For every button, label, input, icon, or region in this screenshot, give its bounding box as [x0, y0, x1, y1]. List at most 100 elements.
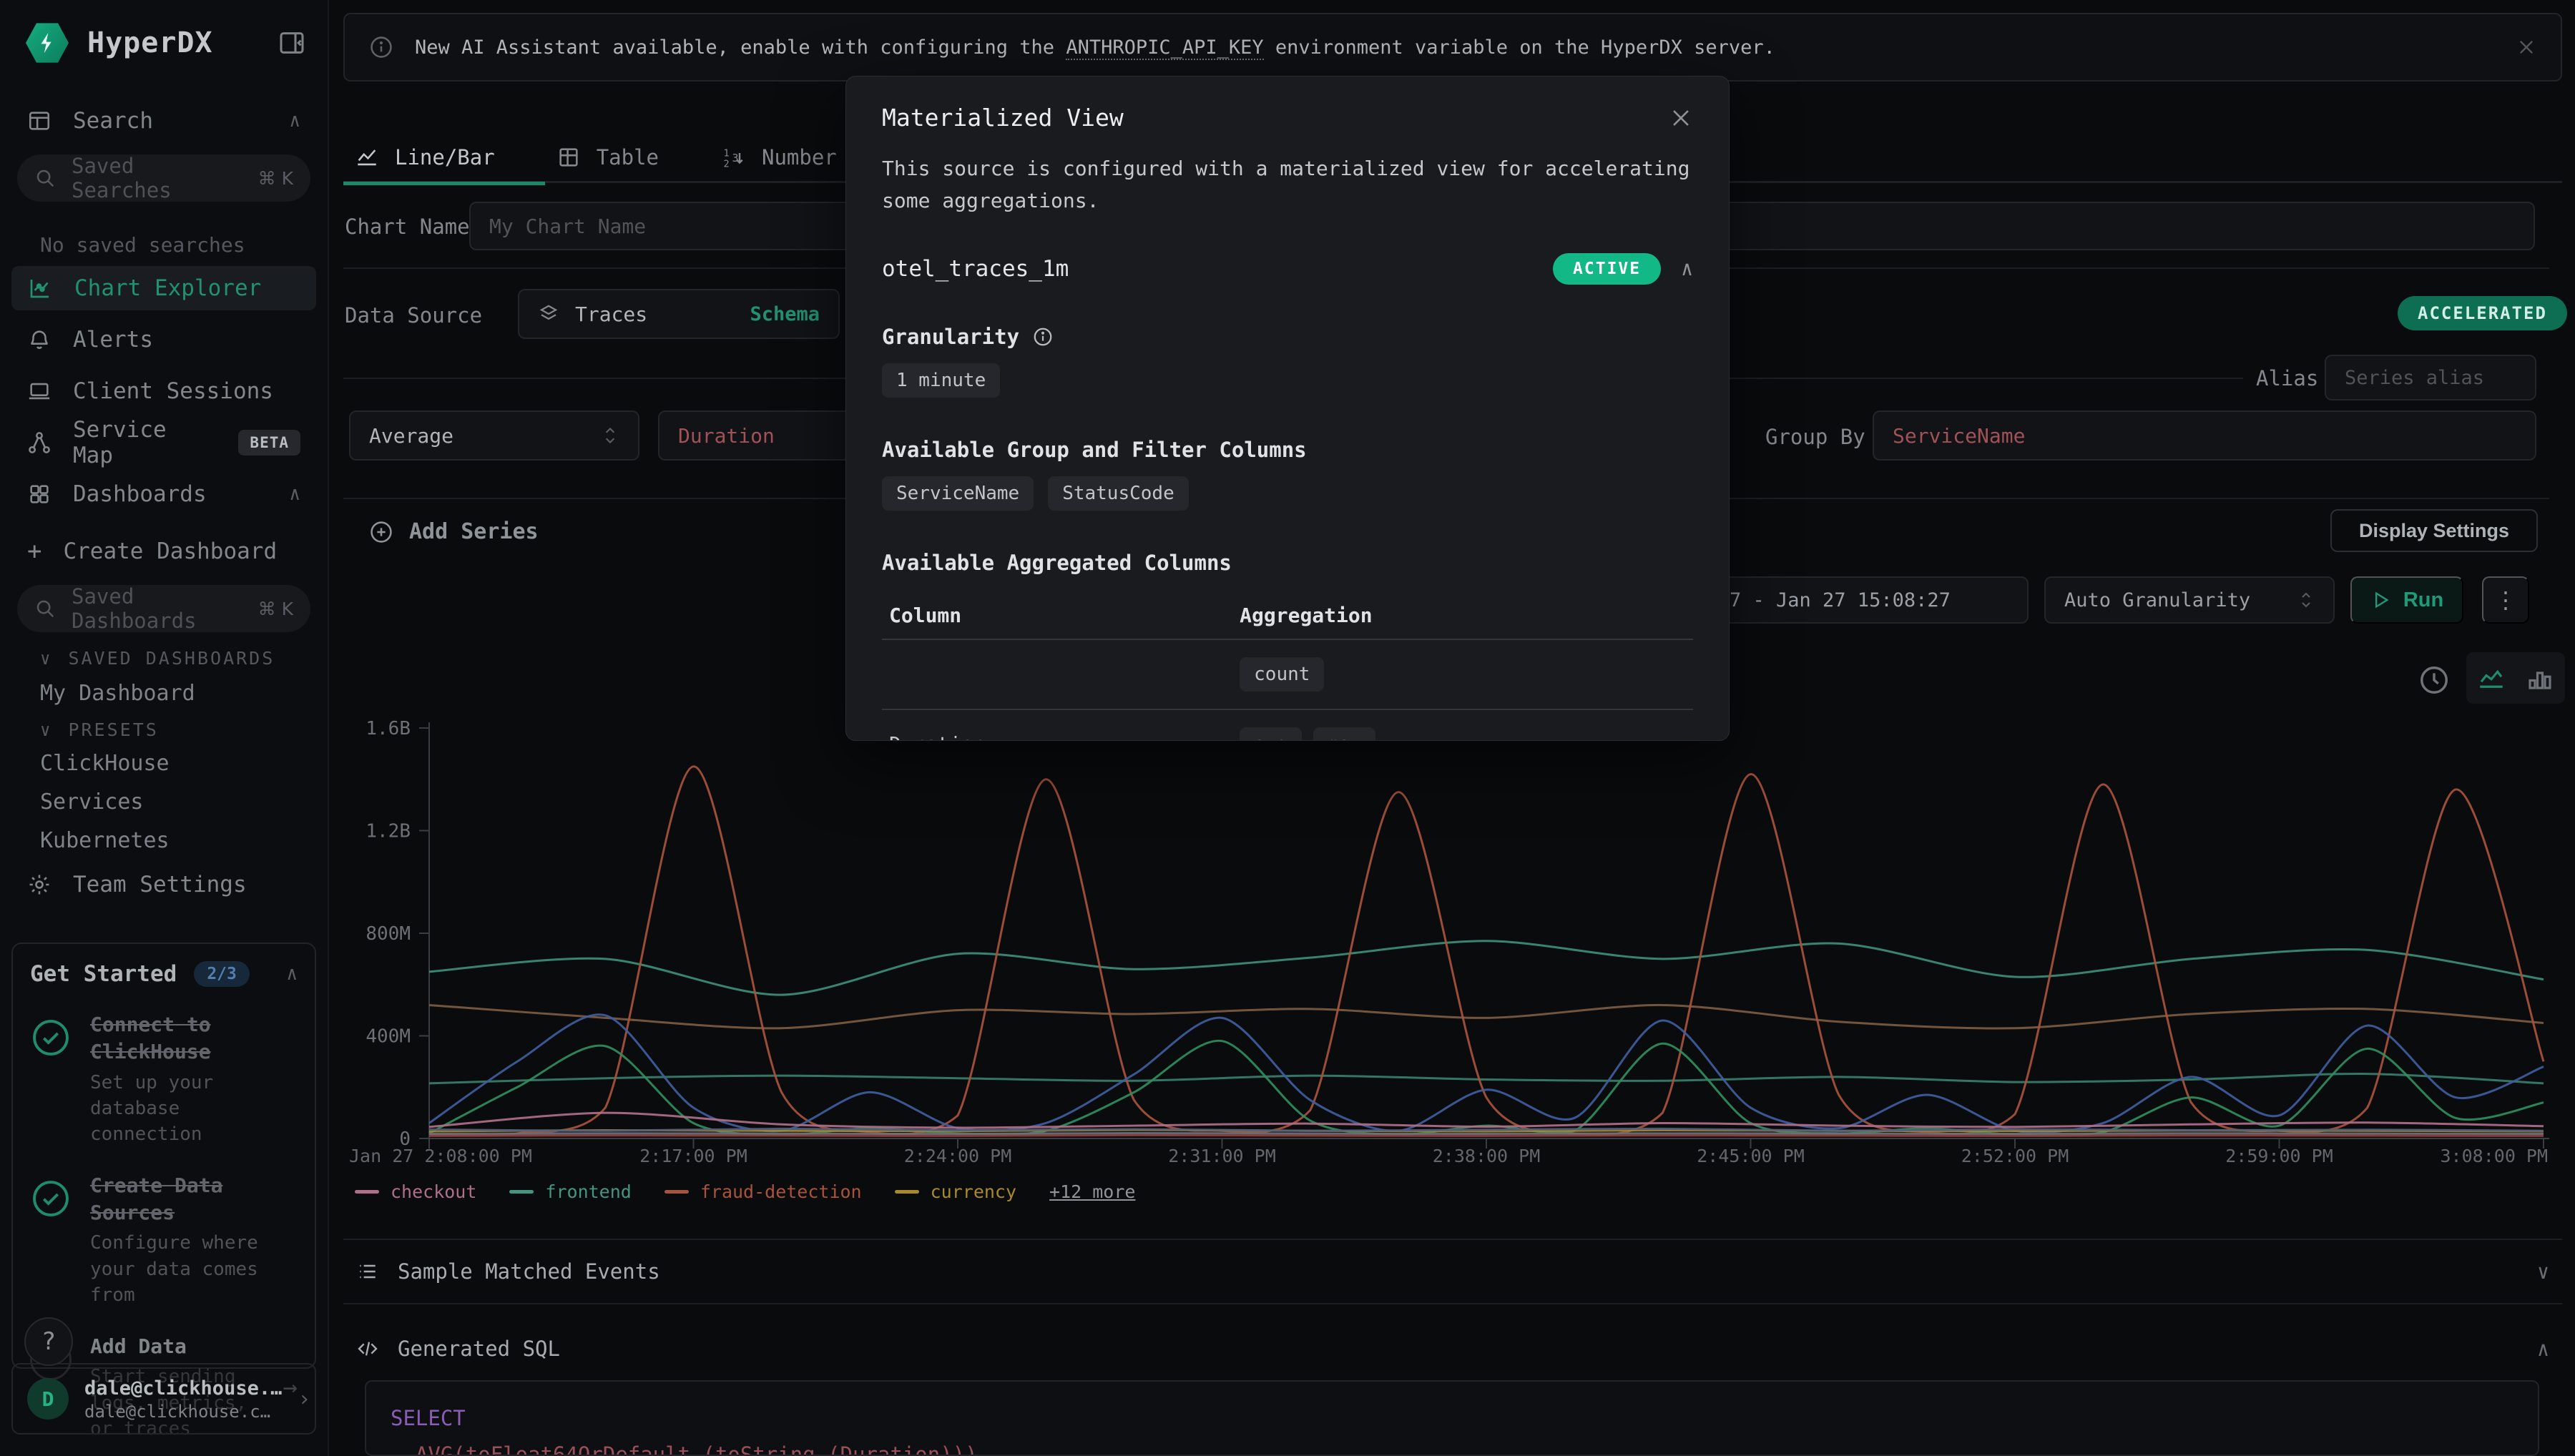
sidebar-item-services[interactable]: Services — [40, 790, 144, 815]
table-row: Durationavgmax — [882, 709, 1693, 741]
code-icon — [356, 1337, 379, 1360]
source-name: otel_traces_1m — [882, 256, 1069, 282]
hyperdx-logo-icon — [26, 21, 69, 64]
legend-item[interactable]: frontend — [509, 1181, 631, 1202]
sidebar-item-my-dashboard[interactable]: My Dashboard — [40, 681, 195, 706]
active-status-badge: ACTIVE — [1553, 253, 1661, 285]
alias-input[interactable]: Series alias — [2325, 355, 2536, 400]
search-icon — [34, 167, 56, 189]
aggregated-columns-label: Available Aggregated Columns — [882, 551, 1693, 575]
saved-searches-input[interactable]: Saved Searches ⌘ K — [17, 154, 310, 202]
chart-view-toggle — [2466, 652, 2565, 704]
group-saved-dashboards[interactable]: ∨ SAVED DASHBOARDS — [40, 648, 275, 669]
sidebar-item-alerts[interactable]: Alerts — [11, 318, 316, 362]
sidebar-item-search[interactable]: Search ∧ — [11, 99, 316, 143]
svg-text:400M: 400M — [366, 1026, 411, 1048]
granularity-select[interactable]: Auto Granularity — [2044, 576, 2335, 624]
tab-table[interactable]: Table — [545, 122, 709, 183]
legend-swatch — [664, 1190, 689, 1194]
sidebar-collapse-icon[interactable] — [278, 29, 306, 57]
sample-events-panel-header[interactable]: Sample Matched Events ∨ — [343, 1239, 2562, 1304]
sidebar-item-clickhouse[interactable]: ClickHouse — [40, 751, 170, 776]
granularity-label: Granularity — [882, 325, 1019, 349]
table-header-aggregation: Aggregation — [1240, 604, 1686, 627]
run-button[interactable]: Run — [2350, 576, 2463, 624]
display-settings-button[interactable]: Display Settings — [2330, 509, 2538, 552]
chevron-up-icon: ∧ — [289, 483, 300, 505]
beta-badge: BETA — [238, 430, 300, 456]
user-menu[interactable]: D dale@clickhouse.… dale@clickhouse.c… › — [11, 1363, 316, 1435]
get-started-step[interactable]: Connect to ClickHouse Set up your databa… — [30, 1011, 298, 1148]
group-presets[interactable]: ∨ PRESETS — [40, 719, 159, 740]
line-view-icon[interactable] — [2476, 663, 2506, 693]
aggregated-columns-table: Column Aggregation countDurationavgmax — [882, 592, 1693, 741]
schema-link[interactable]: Schema — [750, 303, 820, 325]
sidebar-item-team-settings[interactable]: Team Settings — [11, 862, 316, 907]
no-saved-searches-text: No saved searches — [40, 233, 245, 257]
add-series-button[interactable]: Add Series — [369, 519, 539, 544]
dots-vertical-icon: ⋮ — [2494, 586, 2517, 614]
svg-text:1.6B: 1.6B — [366, 718, 411, 739]
date-range-input[interactable]: 7 - Jan 27 15:08:27 — [1710, 576, 2029, 624]
legend-swatch — [895, 1190, 919, 1194]
chevron-right-icon: › — [298, 1387, 310, 1412]
sidebar-item-dashboards[interactable]: Dashboards ∧ — [11, 472, 316, 516]
chart-legend: checkoutfrontendfraud-detectioncurrency … — [355, 1181, 1135, 1202]
get-started-step[interactable]: Create Data Sources Configure where your… — [30, 1172, 298, 1309]
close-icon[interactable] — [2516, 37, 2536, 57]
get-started-card: Get Started 2/3 ∧ Connect to ClickHouse … — [11, 943, 316, 1369]
chart-explorer-icon — [27, 275, 53, 301]
sidebar-item-chart-explorer[interactable]: Chart Explorer — [11, 266, 316, 310]
group-by-label: Group By — [1765, 425, 1865, 449]
app-title: HyperDX — [87, 26, 259, 59]
sidebar-item-kubernetes[interactable]: Kubernetes — [40, 828, 170, 853]
materialized-view-modal: Materialized View This source is configu… — [845, 76, 1730, 741]
progress-badge: 2/3 — [194, 961, 250, 987]
help-button[interactable]: ? — [24, 1317, 73, 1366]
legend-more-link[interactable]: +12 more — [1049, 1181, 1135, 1202]
search-section-icon — [27, 109, 52, 133]
svg-text:800M: 800M — [366, 923, 411, 945]
sidebar-item-service-map[interactable]: Service Map BETA — [11, 420, 316, 465]
service-map-icon — [27, 431, 52, 455]
group-filter-columns-label: Available Group and Filter Columns — [882, 438, 1693, 462]
sidebar-item-client-sessions[interactable]: Client Sessions — [11, 369, 316, 413]
select-chevrons-icon — [2297, 589, 2315, 611]
number-icon: 123 — [720, 144, 746, 170]
generated-sql-panel-header[interactable]: Generated SQL ∧ — [343, 1316, 2562, 1382]
granularity-value-chip: 1 minute — [882, 363, 1000, 398]
bar-view-icon[interactable] — [2525, 663, 2555, 693]
more-options-button[interactable]: ⋮ — [2482, 576, 2529, 624]
svg-text:2: 2 — [724, 159, 730, 170]
modal-description: This source is configured with a materia… — [882, 153, 1693, 217]
svg-text:1: 1 — [724, 148, 730, 159]
banner-text: New AI Assistant available, enable with … — [415, 36, 1775, 59]
materialized-view-source-row[interactable]: otel_traces_1m ACTIVE ∧ — [882, 253, 1693, 285]
shortcut-kbd: ⌘ K — [258, 599, 293, 619]
create-dashboard-button[interactable]: + Create Dashboard — [11, 529, 316, 574]
data-source-label: Data Source — [345, 303, 482, 328]
tab-line-bar[interactable]: Line/Bar — [343, 122, 545, 183]
plus-icon: + — [27, 537, 41, 566]
user-email: dale@clickhouse.c… — [84, 1402, 282, 1422]
saved-dashboards-input[interactable]: Saved Dashboards ⌘ K — [17, 585, 310, 632]
close-icon[interactable] — [1669, 106, 1693, 130]
plus-circle-icon — [369, 520, 393, 544]
timeseries-chart[interactable]: 0400M800M1.2B1.6B Jan 27 2:08:00 PM2:17:… — [343, 717, 2558, 1180]
info-icon — [369, 35, 393, 59]
get-started-header[interactable]: Get Started 2/3 ∧ — [30, 961, 298, 987]
group-filter-chips: ServiceNameStatusCode — [882, 476, 1693, 511]
time-settings-button[interactable] — [2418, 664, 2451, 697]
ai-assistant-banner: New AI Assistant available, enable with … — [343, 13, 2562, 82]
data-source-select[interactable]: Traces Schema — [518, 289, 840, 339]
legend-swatch — [355, 1190, 379, 1194]
legend-item[interactable]: currency — [895, 1181, 1016, 1202]
group-by-input[interactable]: ServiceName — [1873, 410, 2536, 461]
gear-icon — [27, 872, 52, 897]
legend-item[interactable]: fraud-detection — [664, 1181, 862, 1202]
chevron-up-icon: ∧ — [286, 963, 298, 985]
aggregation-select[interactable]: Average — [349, 410, 639, 461]
legend-item[interactable]: checkout — [355, 1181, 476, 1202]
generated-sql-code[interactable]: SELECT AVG(toFloat64OrDefault (toString … — [365, 1380, 2539, 1456]
aggregation-chip: max — [1313, 727, 1375, 741]
